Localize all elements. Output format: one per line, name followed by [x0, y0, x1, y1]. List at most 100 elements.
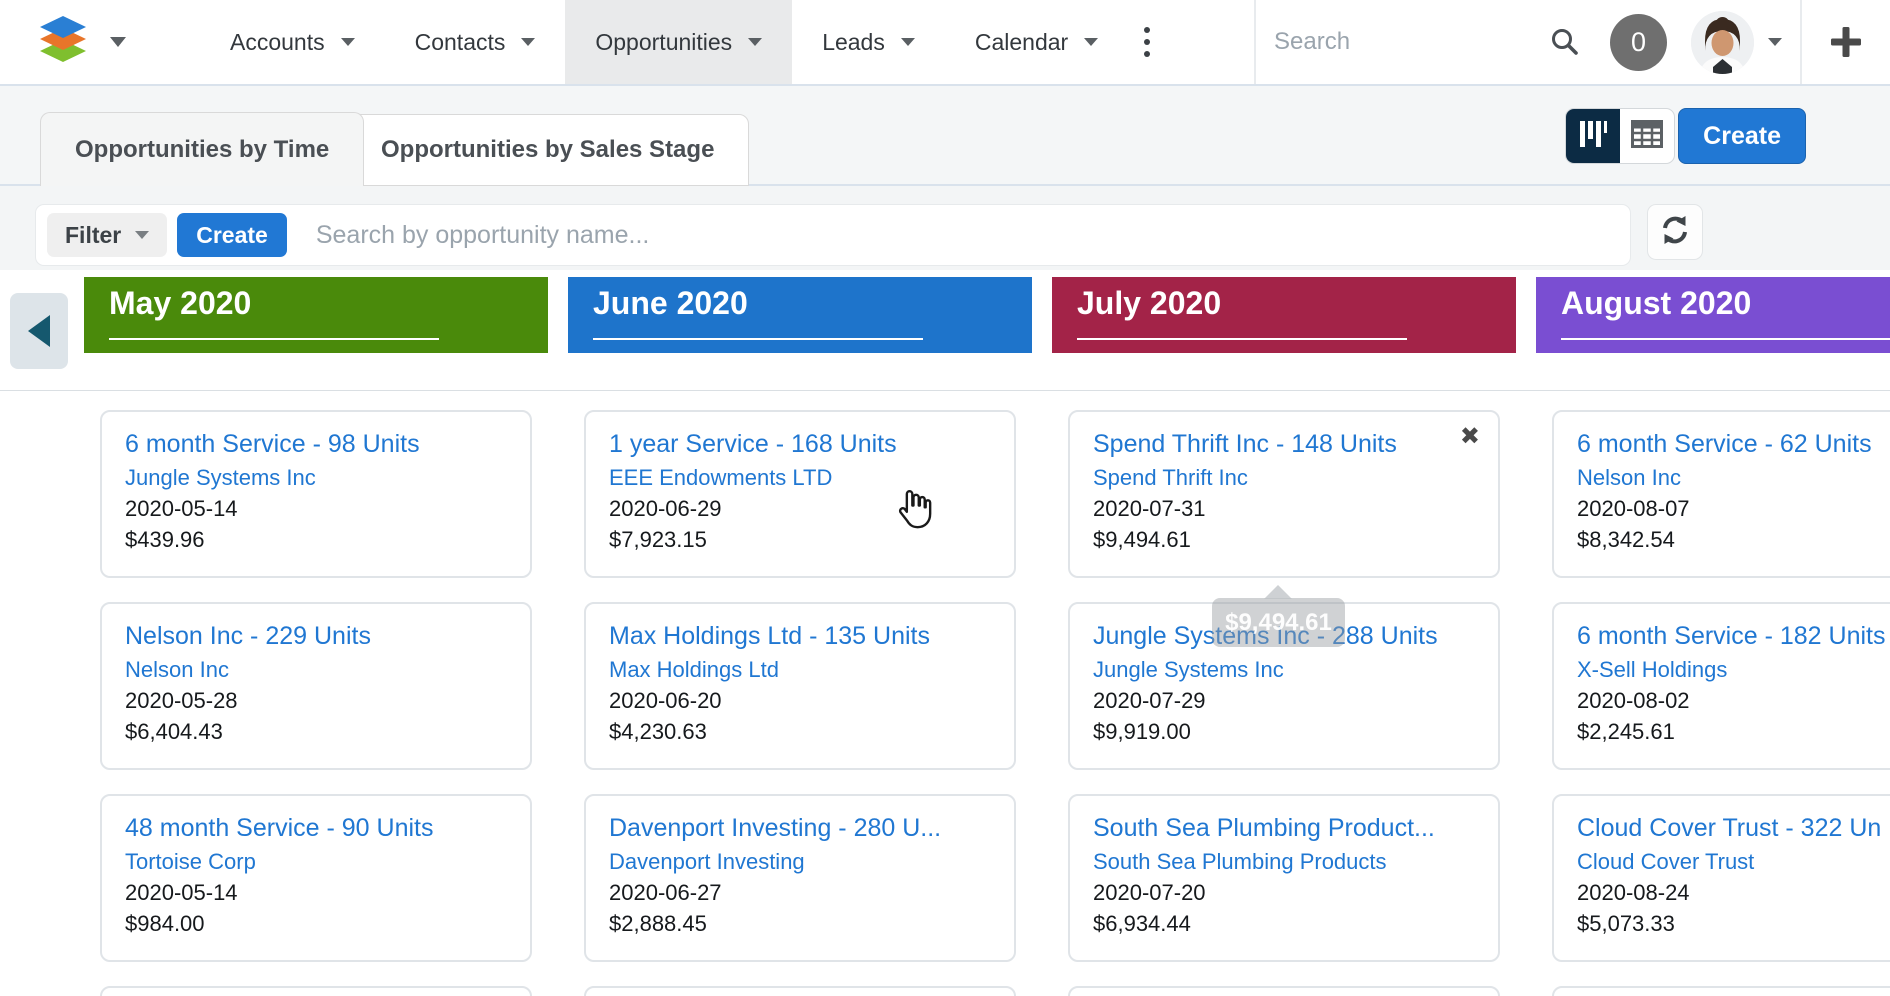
nav-item-calendar[interactable]: Calendar — [945, 0, 1128, 84]
opportunity-card[interactable]: 6 month Service - 62 UnitsNelson Inc2020… — [1552, 410, 1890, 578]
opportunity-card[interactable]: 48 month Service - 90 UnitsTortoise Corp… — [100, 794, 532, 962]
opportunity-name-link[interactable]: Cloud Cover Trust - 322 Un — [1577, 811, 1890, 846]
close-date: 2020-05-28 — [125, 685, 507, 716]
kanban-board: May 20206 month Service - 98 UnitsJungle… — [0, 270, 1890, 996]
opportunity-name-link[interactable]: Nelson Inc - 229 Units — [125, 619, 507, 654]
table-icon — [1631, 120, 1663, 153]
search-icon[interactable] — [1532, 27, 1598, 57]
column-title: July 2020 — [1077, 285, 1221, 322]
scroll-left-button[interactable] — [10, 293, 68, 369]
account-name-link[interactable]: Jungle Systems Inc — [125, 462, 507, 493]
close-date: 2020-07-20 — [1093, 877, 1475, 908]
close-icon[interactable]: ✖ — [1460, 422, 1480, 452]
tab-opportunities-by-time[interactable]: Opportunities by Time — [40, 112, 364, 186]
account-name-link[interactable]: Jungle Systems Inc — [1093, 654, 1475, 685]
account-name-link[interactable]: Cloud Cover Trust — [1577, 846, 1890, 877]
column-title-underline — [593, 338, 923, 340]
opportunity-card[interactable]: South Sea Plumbing Product...South Sea P… — [1068, 794, 1500, 962]
opportunity-name-link[interactable]: Spend Thrift Inc - 148 Units — [1093, 427, 1475, 462]
module-nav: AccountsContactsOpportunities Leads Calend… — [200, 0, 1128, 84]
column-header: June 2020 — [568, 277, 1032, 353]
opportunity-name-link[interactable]: 1 year Service - 168 Units — [609, 427, 991, 462]
account-name-link[interactable]: X-Sell Holdings — [1577, 654, 1890, 685]
opportunity-amount: $7,923.15 — [609, 524, 991, 555]
column-title-underline — [109, 338, 439, 340]
account-name-link[interactable]: Davenport Investing — [609, 846, 991, 877]
opportunity-card-partial[interactable] — [1552, 986, 1890, 996]
quick-create-plus-icon[interactable] — [1802, 24, 1890, 60]
opportunity-name-link[interactable]: South Sea Plumbing Product... — [1093, 811, 1475, 846]
nav-item-contacts[interactable]: Contacts — [385, 0, 566, 84]
close-date: 2020-05-14 — [125, 493, 507, 524]
opportunity-card[interactable]: Spend Thrift Inc - 148 UnitsSpend Thrift… — [1068, 410, 1500, 578]
opportunity-amount: $9,919.00 — [1093, 716, 1475, 747]
opportunity-search-input[interactable] — [314, 220, 1620, 251]
close-date: 2020-07-31 — [1093, 493, 1475, 524]
notification-count-badge[interactable]: 0 — [1610, 14, 1667, 71]
close-date: 2020-07-29 — [1093, 685, 1475, 716]
opportunity-name-link[interactable]: Davenport Investing - 280 U... — [609, 811, 991, 846]
filter-create-button[interactable]: Create — [177, 213, 287, 257]
opportunity-amount: $5,073.33 — [1577, 908, 1890, 939]
account-name-link[interactable]: Max Holdings Ltd — [609, 654, 991, 685]
opportunity-card[interactable]: 1 year Service - 168 UnitsEEE Endowments… — [584, 410, 1016, 578]
account-name-link[interactable]: EEE Endowments LTD — [609, 462, 991, 493]
global-search-input[interactable] — [1272, 27, 1532, 57]
nav-item-leads[interactable]: Leads — [792, 0, 945, 84]
close-date: 2020-06-27 — [609, 877, 991, 908]
kanban-icon — [1577, 118, 1609, 155]
opportunity-card[interactable]: Cloud Cover Trust - 322 UnCloud Cover Tr… — [1552, 794, 1890, 962]
chevron-down-icon — [901, 38, 915, 46]
opportunity-card[interactable]: Nelson Inc - 229 UnitsNelson Inc2020-05-… — [100, 602, 532, 770]
opportunity-amount: $2,245.61 — [1577, 716, 1890, 747]
table-view-button[interactable] — [1620, 109, 1674, 163]
tab-opportunities-by-sales-stage[interactable]: Opportunities by Sales Stage — [346, 114, 749, 186]
user-menu[interactable] — [1679, 11, 1800, 74]
suitecrm-logo-icon — [38, 14, 88, 71]
app-menu-button[interactable] — [0, 0, 152, 84]
opportunity-name-link[interactable]: 6 month Service - 182 Units — [1577, 619, 1890, 654]
kanban-view-button[interactable] — [1566, 109, 1620, 163]
account-name-link[interactable]: Nelson Inc — [125, 654, 507, 685]
opportunity-card-partial[interactable] — [100, 986, 532, 996]
chevron-down-icon — [110, 37, 126, 47]
account-name-link[interactable]: Spend Thrift Inc — [1093, 462, 1475, 493]
opportunity-name-link[interactable]: Jungle Systems Inc - 288 Units — [1093, 619, 1475, 654]
avatar — [1691, 11, 1754, 74]
close-date: 2020-08-02 — [1577, 685, 1890, 716]
create-button[interactable]: Create — [1678, 108, 1806, 164]
column-header: August 2020 — [1536, 277, 1890, 353]
opportunity-card[interactable]: 6 month Service - 98 UnitsJungle Systems… — [100, 410, 532, 578]
opportunity-name-link[interactable]: Max Holdings Ltd - 135 Units — [609, 619, 991, 654]
close-date: 2020-08-24 — [1577, 877, 1890, 908]
kanban-column: August 2020 6 month Service - 62 UnitsNel… — [1536, 270, 1890, 996]
nav-item-label: Leads — [822, 29, 885, 56]
opportunity-card[interactable]: Davenport Investing - 280 U...Davenport … — [584, 794, 1016, 962]
filter-dropdown-button[interactable]: Filter — [47, 213, 167, 257]
opportunity-card[interactable]: 6 month Service - 182 UnitsX-Sell Holdin… — [1552, 602, 1890, 770]
opportunity-card[interactable]: Max Holdings Ltd - 135 UnitsMax Holdings… — [584, 602, 1016, 770]
opportunity-name-link[interactable]: 6 month Service - 98 Units — [125, 427, 507, 462]
opportunity-card-partial[interactable] — [584, 986, 1016, 996]
account-name-link[interactable]: Tortoise Corp — [125, 846, 507, 877]
account-name-link[interactable]: South Sea Plumbing Products — [1093, 846, 1475, 877]
opportunity-amount: $6,404.43 — [125, 716, 507, 747]
opportunity-amount: $9,494.61 — [1093, 524, 1475, 555]
opportunity-card-partial[interactable] — [1068, 986, 1500, 996]
opportunity-amount: $6,934.44 — [1093, 908, 1475, 939]
chevron-down-icon — [341, 38, 355, 46]
nav-item-opportunities[interactable]: Opportunities — [565, 0, 792, 84]
column-title-underline — [1561, 338, 1890, 340]
kanban-column: June 2020 1 year Service - 168 UnitsEEE E… — [568, 270, 1032, 996]
more-modules-kebab-icon[interactable] — [1128, 0, 1166, 84]
chevron-down-icon — [748, 38, 762, 46]
column-header: May 2020 — [84, 277, 548, 353]
view-tabs-bar: Opportunities by Time Opportunities by S… — [0, 86, 1890, 186]
opportunity-card[interactable]: Jungle Systems Inc - 288 UnitsJungle Sys… — [1068, 602, 1500, 770]
account-name-link[interactable]: Nelson Inc — [1577, 462, 1890, 493]
opportunity-name-link[interactable]: 6 month Service - 62 Units — [1577, 427, 1890, 462]
opportunity-name-link[interactable]: 48 month Service - 90 Units — [125, 811, 507, 846]
nav-item-label: Calendar — [975, 29, 1068, 56]
nav-item-accounts[interactable]: Accounts — [200, 0, 385, 84]
refresh-button[interactable] — [1647, 204, 1703, 260]
